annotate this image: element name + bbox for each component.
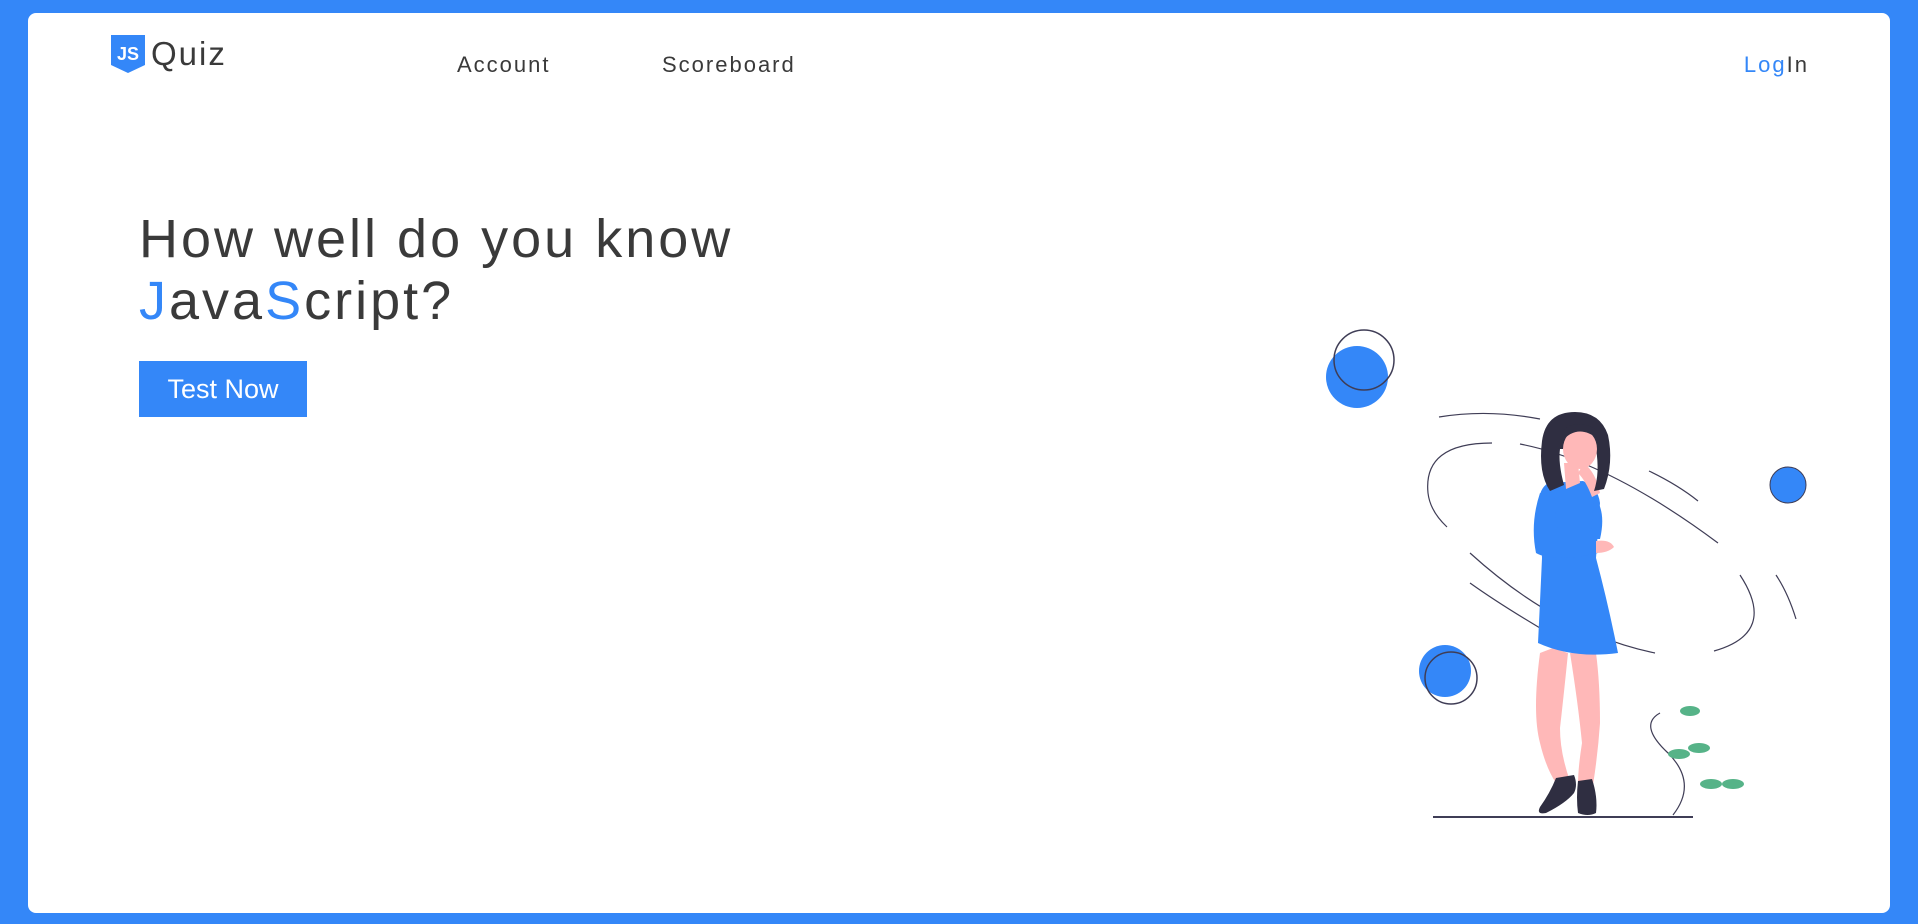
thinking-woman-illustration (1326, 329, 1807, 818)
js-shield-icon: JS (111, 35, 145, 73)
circle-bottom-left (1419, 645, 1478, 705)
orbit-lines (1427, 412, 1797, 654)
hero-title-s: S (265, 271, 305, 331)
hero-title-line1: How well do you know (139, 209, 734, 269)
login-in-text: In (1786, 52, 1809, 77)
hero-title: How well do you know JavaScript? (139, 208, 733, 332)
login-log-text: Log (1743, 52, 1787, 77)
nav-scoreboard-link[interactable]: Scoreboard (662, 52, 796, 78)
plant (1650, 706, 1744, 816)
main-card: JS Quiz Account Scoreboard LogIn How wel… (28, 13, 1890, 913)
woman-figure (1533, 412, 1618, 815)
svg-text:JS: JS (117, 44, 139, 64)
hero-title-j: J (139, 271, 169, 331)
hero-title-cript: cript? (304, 271, 455, 331)
hero-title-ava: ava (169, 271, 266, 331)
brand-logo[interactable]: JS Quiz (111, 35, 227, 73)
brand-name: Quiz (151, 35, 227, 72)
nav-account-link[interactable]: Account (457, 52, 551, 78)
circle-right (1769, 466, 1807, 504)
circle-top-left (1326, 329, 1395, 408)
login-link[interactable]: LogIn (1744, 52, 1809, 78)
test-now-button[interactable]: Test Now (139, 361, 307, 417)
